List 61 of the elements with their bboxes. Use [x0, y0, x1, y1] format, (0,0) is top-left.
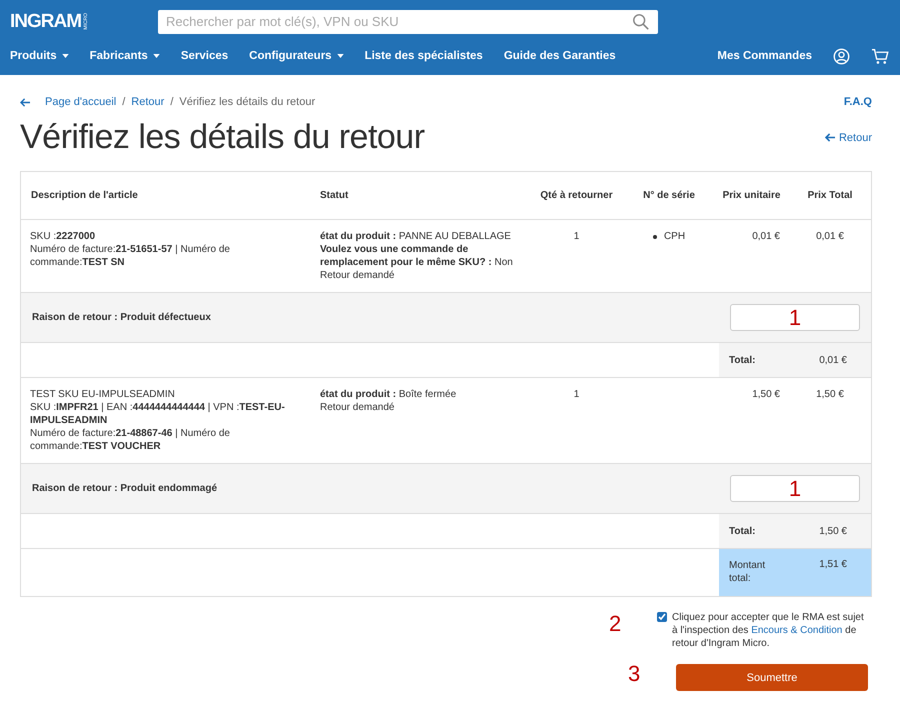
column-header: Qté à retourner: [539, 190, 614, 201]
unit-price: 1,50 €: [752, 389, 780, 400]
description-line: Numéro de facture:21-51651-57 | Numéro de commande:TEST SN: [30, 243, 231, 269]
back-link[interactable]: Retour: [838, 132, 872, 144]
description-line: TEST SKU EU-IMPULSEADMIN: [30, 388, 176, 401]
serial-number: CPH: [664, 230, 686, 243]
quantity: 1: [574, 231, 580, 242]
breadcrumb-link[interactable]: Retour: [131, 96, 164, 108]
quantity: 1: [574, 389, 580, 400]
column-header: Prix unitaire: [722, 190, 782, 201]
breadcrumb-separator: /: [122, 96, 126, 108]
bullet-icon: [652, 234, 657, 238]
status-line: Retour demandé: [320, 401, 396, 414]
search-icon[interactable]: [632, 12, 650, 30]
nav-item[interactable]: Services: [180, 50, 228, 62]
description-line: SKU :IMPFR21 | EAN :4444444444444 | VPN :TEST-EU-IMPULSEADMIN: [30, 401, 286, 427]
unit-price: 0,01 €: [752, 231, 780, 242]
return-reason: Raison de retour : Produit endommagé: [32, 483, 218, 494]
breadcrumb-link[interactable]: Page d'accueil: [45, 96, 116, 108]
total-label: Total:: [729, 354, 756, 366]
status-line: état du produit : Boîte fermée: [320, 388, 458, 401]
user-icon[interactable]: [833, 48, 850, 64]
nav-item[interactable]: Produits: [10, 50, 69, 62]
agreement-text: Cliquez pour accepter que le RMA est sujet à l'inspection des Encours & Condition de retour d'Ingram Micro.: [672, 611, 865, 650]
page-title: Vérifiez les détails du retour: [20, 118, 426, 157]
annotation-number: 2: [609, 611, 622, 637]
total-value: 0,01 €: [818, 354, 848, 366]
search-field[interactable]: Rechercher par mot clé(s), VPN ou SKU: [158, 10, 658, 34]
description-line: Numéro de facture:21-48867-46 | Numéro de commande:TEST VOUCHER: [30, 427, 231, 453]
total-price: 0,01 €: [816, 231, 844, 242]
column-header: N° de série: [642, 190, 696, 201]
cart-icon[interactable]: [871, 48, 890, 64]
column-header: Statut: [319, 190, 350, 201]
faq-link[interactable]: F.A.Q: [844, 96, 872, 108]
conditions-link[interactable]: Encours & Condition: [751, 625, 842, 636]
accept-checkbox[interactable]: [657, 612, 667, 622]
submit-button[interactable]: Soumettre: [676, 664, 868, 691]
back-arrow-icon[interactable]: [824, 133, 836, 142]
return-reason: Raison de retour : Produit défectueux: [32, 312, 211, 323]
back-arrow-icon[interactable]: [20, 98, 31, 106]
status-line: Retour demandé: [320, 269, 396, 282]
nav-item[interactable]: Liste des spécialistes: [364, 50, 483, 62]
annotation-number: 3: [628, 660, 642, 686]
nav-item[interactable]: Guide des Garanties: [504, 50, 616, 62]
total-label: Total:: [729, 526, 756, 536]
nav-item[interactable]: Fabricants: [90, 50, 160, 62]
breadcrumb-current: Vérifiez les détails du retour: [179, 96, 316, 108]
total-price: 1,50 €: [816, 389, 844, 400]
grand-total-label: Montant total:: [729, 559, 766, 585]
description-line: SKU :2227000: [30, 230, 96, 243]
column-header: Prix Total: [806, 190, 854, 201]
total-value: 1,50 €: [818, 526, 848, 536]
grand-total-value: 1,51 €: [818, 559, 848, 570]
column-header: Description de l'article: [30, 190, 139, 201]
quantity-field[interactable]: 1: [730, 475, 860, 502]
status-line: Voulez vous une commande de remplacement pour le même SKU? : Non: [320, 243, 514, 269]
orders-link[interactable]: Mes Commandes: [717, 50, 812, 62]
nav-item[interactable]: Configurateurs: [249, 50, 344, 62]
quantity-field[interactable]: 1: [730, 304, 860, 331]
status-line: état du produit : PANNE AU DEBALLAGE: [320, 230, 512, 243]
breadcrumb-separator: /: [170, 96, 174, 108]
